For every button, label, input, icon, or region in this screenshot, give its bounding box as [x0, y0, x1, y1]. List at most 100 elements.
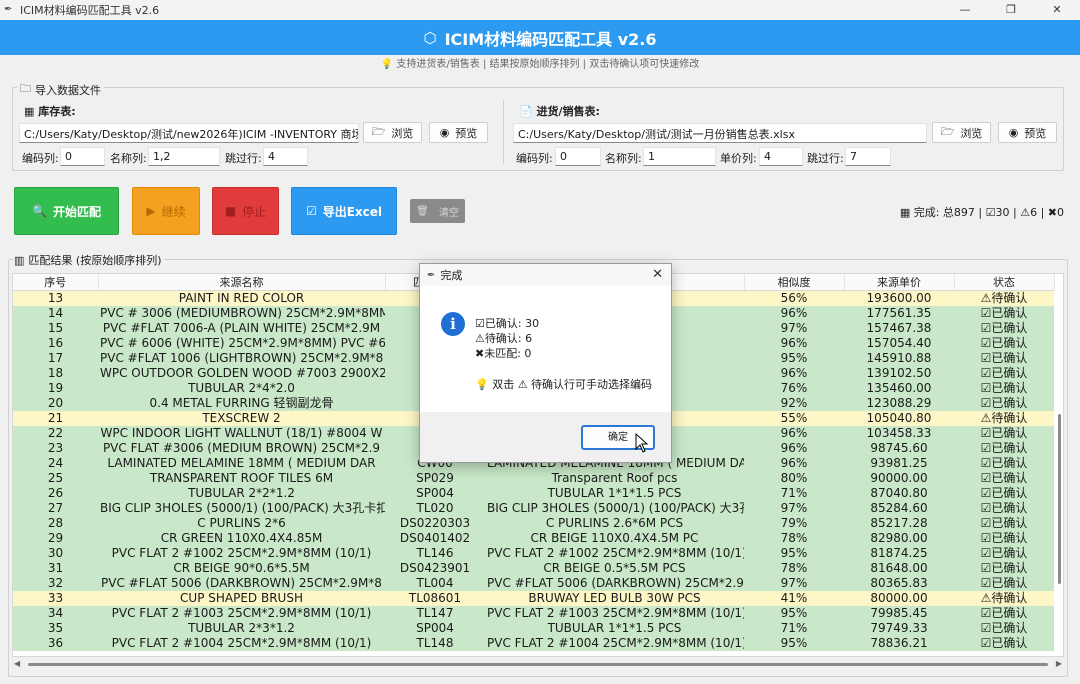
cell-match-code: TL147	[385, 606, 485, 621]
cell-source-price: 87040.80	[844, 486, 954, 501]
cell-source-name: PVC FLAT #3006 (MEDIUM BROWN) 25CM*2.9	[98, 441, 385, 456]
cell-index: 34	[13, 606, 98, 621]
clear-button[interactable]: 🗑 清空	[410, 199, 465, 223]
horizontal-scrollbar[interactable]: ◀ ▶	[12, 659, 1064, 671]
inventory-browse-button[interactable]: 🗁 浏览	[363, 122, 422, 143]
cell-status: ☑已确认	[954, 321, 1054, 336]
cell-source-price: 123088.29	[844, 396, 954, 411]
dialog-title: 完成	[440, 269, 463, 282]
cell-similarity: 71%	[744, 486, 844, 501]
warning-icon: ⚠	[1020, 205, 1031, 219]
table-row[interactable]: 27 BIG CLIP 3HOLES (5000/1) (100/PACK) 大3…	[13, 501, 1054, 516]
eye-icon: ◉	[1008, 126, 1019, 139]
search-icon: 🔍	[32, 204, 47, 218]
sales-preview-button[interactable]: ◉ 预览	[998, 122, 1057, 143]
cell-source-price: 135460.00	[844, 381, 954, 396]
cell-status: ☑已确认	[954, 336, 1054, 351]
cell-index: 14	[13, 306, 98, 321]
checkbox-icon: ☑	[980, 351, 992, 365]
status-label: 已确认	[991, 531, 1028, 545]
cell-source-price: 157054.40	[844, 336, 954, 351]
cell-source-price: 85284.60	[844, 501, 954, 516]
horizontal-scroll-thumb[interactable]	[28, 663, 1048, 666]
table-row[interactable]: 33 CUP SHAPED BRUSH TL08601 BRUWAY LED BULB…	[13, 591, 1054, 606]
minimize-button[interactable]: —	[942, 0, 988, 20]
cell-source-name: PVC # 3006 (MEDIUMBROWN) 25CM*2.9M*8MM	[98, 306, 385, 321]
table-row[interactable]: 26 TUBULAR 2*2*1.2 SP004 TUBULAR 1*1*1.5 PC…	[13, 486, 1054, 501]
cell-index: 35	[13, 621, 98, 636]
cell-match-code: TL020	[385, 501, 485, 516]
sales-path-input[interactable]: C:/Users/Katy/Desktop/测试/测试一月份销售总表.xlsx	[513, 123, 927, 143]
col-header-status[interactable]: 状态	[954, 274, 1055, 291]
stop-icon: ■	[224, 204, 237, 218]
maximize-button[interactable]: ❐	[988, 0, 1034, 20]
cell-source-name: 0.4 METAL FURRING 轻钢副龙骨	[98, 396, 385, 411]
inventory-path-input[interactable]: C:/Users/Katy/Desktop/测试/new2026年)ICIM -…	[19, 123, 359, 143]
table-row[interactable]: 29 CR GREEN 110X0.4X4.85M DS0401402 CR BEIG…	[13, 531, 1054, 546]
cell-match-name: BIG CLIP 3HOLES (5000/1) (100/PACK) 大3孔卡…	[485, 501, 744, 516]
table-row[interactable]: 28 C PURLINS 2*6 DS0220303 C PURLINS 2.6*6M…	[13, 516, 1054, 531]
stats-pending: 6	[1030, 205, 1038, 219]
cell-status: ☑已确认	[954, 396, 1054, 411]
cell-match-code: TL148	[385, 636, 485, 651]
col-header-similarity[interactable]: 相似度	[744, 274, 845, 291]
cell-match-name: TUBULAR 1*1*1.5 PCS	[485, 621, 744, 636]
scroll-right-icon[interactable]: ▶	[1056, 659, 1062, 668]
table-row[interactable]: 35 TUBULAR 2*3*1.2 SP004 TUBULAR 1*1*1.5 PC…	[13, 621, 1054, 636]
col-header-source-name[interactable]: 来源名称	[98, 274, 386, 291]
checkbox-icon: ☑	[980, 501, 992, 515]
sales-browse-button[interactable]: 🗁 浏览	[932, 122, 991, 143]
checkbox-icon: ☑	[475, 317, 485, 330]
dialog-close-icon[interactable]: ✕	[652, 267, 663, 282]
cell-match-code: TL08601	[385, 591, 485, 606]
inventory-skip-input[interactable]: 4	[263, 147, 308, 166]
status-label: 已确认	[991, 306, 1028, 320]
cell-similarity: 80%	[744, 471, 844, 486]
cell-source-price: 193600.00	[844, 290, 954, 306]
inventory-preview-button[interactable]: ◉ 预览	[429, 122, 488, 143]
table-row[interactable]: 30 PVC FLAT 2 #1002 25CM*2.9M*8MM (10/1) T…	[13, 546, 1054, 561]
cell-source-name: PVC FLAT 2 #1004 25CM*2.9M*8MM (10/1)	[98, 636, 385, 651]
sales-code-col-input[interactable]: 0	[555, 147, 601, 166]
status-label: 已确认	[991, 336, 1028, 350]
stop-button[interactable]: ■ 停止	[212, 187, 279, 235]
table-row[interactable]: 25 TRANSPARENT ROOF TILES 6M SP029 Transpar…	[13, 471, 1054, 486]
sales-name-col-input[interactable]: 1	[643, 147, 716, 166]
table-row[interactable]: 32 PVC #FLAT 5006 (DARKBROWN) 25CM*2.9M*8…	[13, 576, 1054, 591]
cell-status: ☑已确认	[954, 531, 1054, 546]
eye-icon: ◉	[439, 126, 450, 139]
start-match-button[interactable]: 🔍 开始匹配	[14, 187, 119, 235]
cell-index: 26	[13, 486, 98, 501]
inventory-name-col-input[interactable]: 1,2	[148, 147, 220, 166]
inventory-code-col-input[interactable]: 0	[60, 147, 105, 166]
scroll-left-icon[interactable]: ◀	[14, 659, 20, 668]
cell-source-price: 93981.25	[844, 456, 954, 471]
cell-index: 17	[13, 351, 98, 366]
cell-status: ☑已确认	[954, 636, 1054, 651]
cell-source-name: TUBULAR 2*4*2.0	[98, 381, 385, 396]
status-label: 已确认	[991, 441, 1028, 455]
vertical-scrollbar[interactable]	[1058, 414, 1061, 584]
cell-index: 18	[13, 366, 98, 381]
checkbox-icon: ☑	[980, 561, 992, 575]
results-title: ▥ 匹配结果 (按原始顺序排列)	[14, 252, 165, 268]
table-row[interactable]: 36 PVC FLAT 2 #1004 25CM*2.9M*8MM (10/1) T…	[13, 636, 1054, 651]
checkbox-icon: ☑	[980, 471, 992, 485]
cell-index: 28	[13, 516, 98, 531]
table-row[interactable]: 31 CR BEIGE 90*0.6*5.5M DS0423901 CR BEIGE …	[13, 561, 1054, 576]
close-button[interactable]: ✕	[1034, 0, 1080, 20]
col-header-index[interactable]: 序号	[13, 274, 99, 291]
cell-source-price: 80365.83	[844, 576, 954, 591]
sales-skip-input[interactable]: 7	[845, 147, 891, 166]
sales-price-col-input[interactable]: 4	[759, 147, 803, 166]
table-row[interactable]: 34 PVC FLAT 2 #1003 25CM*2.9M*8MM (10/1) T…	[13, 606, 1054, 621]
continue-button[interactable]: ▶ 继续	[132, 187, 200, 235]
cell-index: 22	[13, 426, 98, 441]
cell-status: ☑已确认	[954, 381, 1054, 396]
export-excel-button[interactable]: ☑ 导出Excel	[291, 187, 397, 235]
inventory-label: ▦ 库存表:	[24, 105, 76, 118]
warning-icon: ⚠	[980, 411, 992, 425]
cell-similarity: 97%	[744, 576, 844, 591]
col-header-source-price[interactable]: 来源单价	[844, 274, 955, 291]
cell-index: 24	[13, 456, 98, 471]
